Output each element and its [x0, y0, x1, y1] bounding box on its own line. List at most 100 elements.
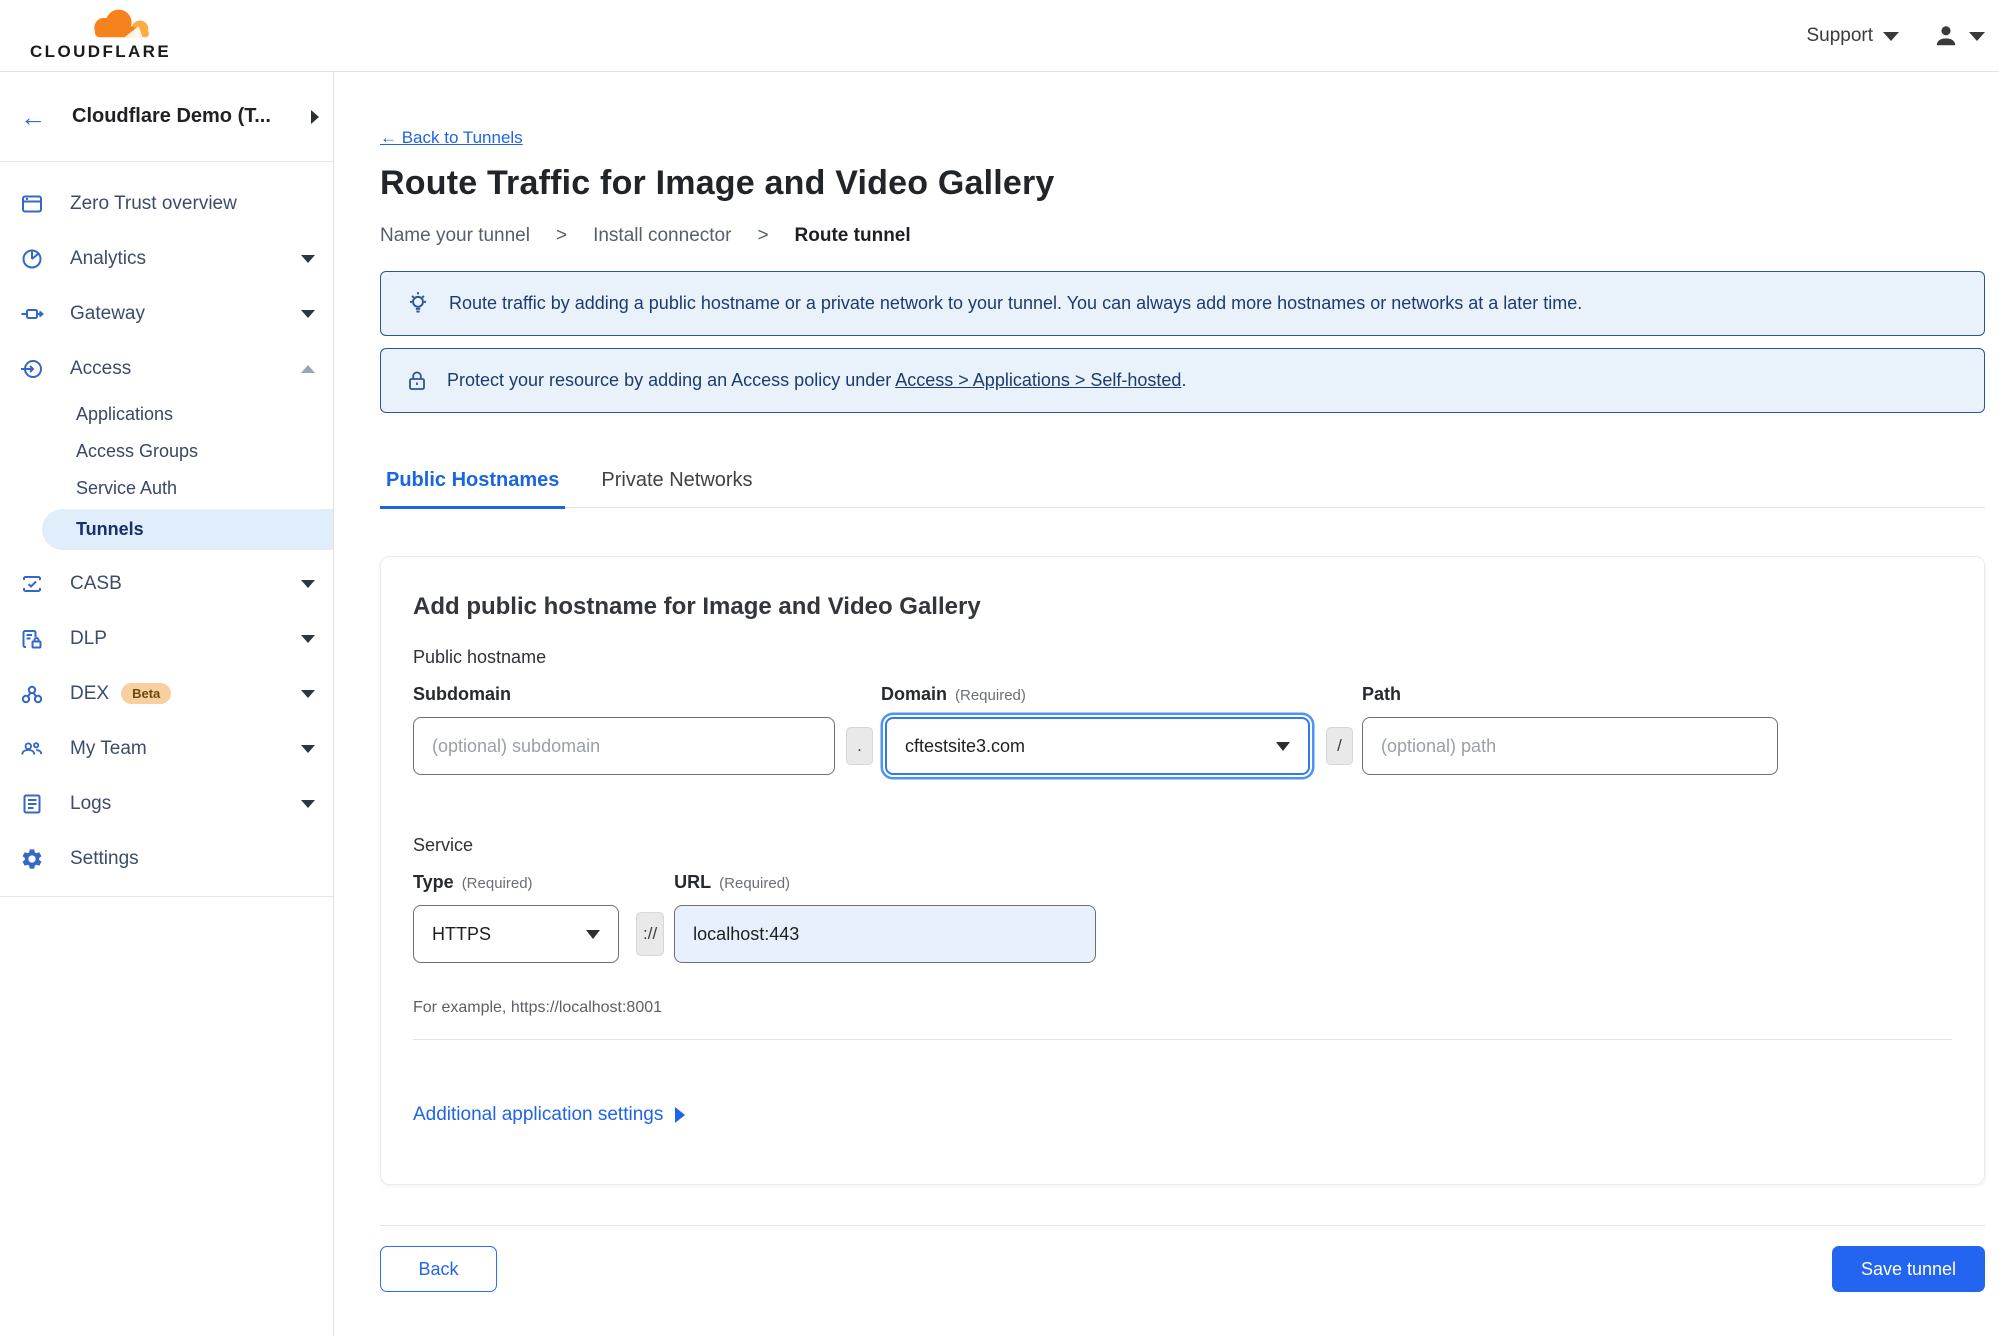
support-label: Support — [1806, 25, 1873, 46]
logs-doc-icon — [20, 792, 44, 816]
sidebar-item-text: DEX — [70, 682, 110, 704]
step-install-connector[interactable]: Install connector — [593, 225, 731, 247]
service-type-select[interactable]: HTTPS — [413, 905, 619, 963]
access-applications-self-hosted-link[interactable]: Access > Applications > Self-hosted — [895, 370, 1181, 390]
access-icon — [20, 357, 44, 381]
domain-label: Domain (Required) — [881, 684, 1314, 705]
domain-required-hint: (Required) — [955, 687, 1026, 704]
dlp-doc-lock-icon — [20, 627, 44, 651]
breadcrumb-separator: > — [555, 225, 568, 246]
sidebar-subitem-label: Applications — [76, 404, 174, 424]
sidebar-item-casb[interactable]: CASB — [0, 556, 333, 611]
people-icon — [20, 737, 44, 761]
protect-text-suffix: . — [1181, 370, 1187, 390]
step-name-your-tunnel[interactable]: Name your tunnel — [380, 225, 530, 247]
sidebar-item-logs[interactable]: Logs — [0, 776, 333, 831]
sidebar-item-dex[interactable]: DEX Beta — [0, 666, 333, 721]
card-heading: Add public hostname for Image and Video … — [413, 593, 981, 620]
protect-text-prefix: Protect your resource by adding an Acces… — [447, 370, 896, 390]
sidebar-item-gateway[interactable]: Gateway — [0, 286, 333, 341]
back-button[interactable]: Back — [380, 1246, 497, 1292]
chevron-right-icon[interactable] — [311, 109, 319, 124]
slash-separator: / — [1326, 727, 1353, 765]
sidebar-item-label: DEX Beta — [70, 683, 301, 705]
chevron-down-icon — [301, 689, 315, 698]
chevron-down-icon — [1883, 31, 1899, 41]
top-bar: CLOUDFLARE Support — [0, 0, 1999, 72]
service-url-input[interactable] — [674, 905, 1097, 963]
sidebar-item-label: CASB — [70, 572, 122, 594]
additional-settings-toggle[interactable]: Additional application settings — [413, 1104, 686, 1126]
tab-private-networks[interactable]: Private Networks — [595, 469, 758, 507]
sidebar-item-zero-trust-overview[interactable]: Zero Trust overview — [0, 176, 333, 231]
dex-network-icon — [20, 682, 44, 706]
sidebar-item-tunnels[interactable]: Tunnels — [42, 509, 333, 550]
lightbulb-icon — [409, 291, 427, 313]
back-arrow-icon[interactable]: ← — [20, 104, 46, 130]
protect-banner-text: Protect your resource by adding an Acces… — [447, 370, 1186, 391]
url-required-hint: (Required) — [719, 875, 791, 892]
gear-icon — [20, 847, 44, 871]
sidebar-item-settings[interactable]: Settings — [0, 831, 333, 886]
service-type-value: HTTPS — [432, 923, 492, 944]
sidebar-item-label: Access — [70, 357, 132, 379]
save-tunnel-button[interactable]: Save tunnel — [1832, 1246, 1985, 1292]
hostname-field-row: Subdomain . Domain (Required) cftestsite3… — [413, 684, 1952, 775]
dot-separator: . — [846, 727, 873, 765]
url-label: URL (Required) — [674, 872, 1096, 893]
sidebar-item-dlp[interactable]: DLP — [0, 611, 333, 666]
brand-wordmark: CLOUDFLARE — [30, 42, 172, 61]
tip-banner: Route traffic by adding a public hostnam… — [380, 271, 1985, 336]
sidebar-item-label: Analytics — [70, 247, 147, 269]
footer-actions: Back Save tunnel — [380, 1246, 1985, 1292]
chevron-down-icon — [301, 579, 315, 588]
additional-settings-label: Additional application settings — [413, 1104, 664, 1125]
sidebar-item-my-team[interactable]: My Team — [0, 721, 333, 776]
sidebar-item-label: My Team — [70, 737, 147, 759]
beta-badge: Beta — [121, 683, 172, 704]
chevron-up-icon — [301, 364, 315, 373]
sidebar-item-applications[interactable]: Applications — [0, 396, 333, 433]
chevron-down-icon — [301, 254, 315, 263]
sidebar-item-label: Gateway — [70, 302, 145, 324]
path-input[interactable] — [1362, 717, 1778, 775]
path-label: Path — [1362, 684, 1402, 704]
sidebar-item-label: Settings — [70, 847, 139, 869]
footer-divider — [380, 1225, 1985, 1226]
domain-selected-value: cftestsite3.com — [905, 735, 1026, 756]
main-content: ← Back to Tunnels Route Traffic for Imag… — [334, 72, 1999, 1336]
sidebar-item-service-auth[interactable]: Service Auth — [0, 470, 333, 507]
type-label: Type (Required) — [413, 872, 619, 893]
window-icon — [20, 192, 44, 216]
chevron-down-icon — [1969, 31, 1985, 41]
tip-banner-text: Route traffic by adding a public hostnam… — [449, 293, 1583, 313]
breadcrumb-separator: > — [757, 225, 769, 246]
card-divider — [413, 1039, 1952, 1040]
user-menu[interactable] — [1933, 23, 1985, 49]
support-menu[interactable]: Support — [1806, 25, 1899, 47]
subdomain-input[interactable] — [413, 717, 835, 775]
domain-select[interactable]: cftestsite3.com — [885, 717, 1310, 775]
cloudflare-cloud-icon — [94, 9, 149, 38]
back-to-tunnels-link[interactable]: ← Back to Tunnels — [380, 128, 523, 148]
sidebar-item-label: Zero Trust overview — [70, 192, 237, 214]
type-required-hint: (Required) — [461, 875, 533, 892]
page-title: Route Traffic for Image and Video Galler… — [380, 164, 1055, 202]
public-hostname-card: Add public hostname for Image and Video … — [380, 556, 1985, 1185]
tab-bar: Public Hostnames Private Networks — [380, 469, 1985, 509]
subdomain-label: Subdomain — [413, 684, 511, 704]
chevron-down-icon — [301, 744, 315, 753]
chevron-down-icon — [301, 309, 315, 318]
chevron-down-icon — [1276, 741, 1290, 751]
scheme-separator: :// — [636, 912, 665, 956]
sidebar-item-analytics[interactable]: Analytics — [0, 231, 333, 286]
sidebar-item-label: DLP — [70, 627, 107, 649]
sidebar-nav: Zero Trust overview Analytics Gateway Ac… — [0, 162, 333, 897]
service-field-row: Type (Required) HTTPS :// URL (Required) — [413, 872, 1952, 963]
sidebar-item-access-groups[interactable]: Access Groups — [0, 433, 333, 470]
sidebar: ← Cloudflare Demo (T... Zero Trust overv… — [0, 72, 334, 1336]
tab-public-hostnames[interactable]: Public Hostnames — [380, 469, 566, 509]
lock-icon — [409, 371, 425, 390]
chevron-down-icon — [586, 929, 600, 939]
sidebar-item-access[interactable]: Access — [0, 341, 333, 396]
